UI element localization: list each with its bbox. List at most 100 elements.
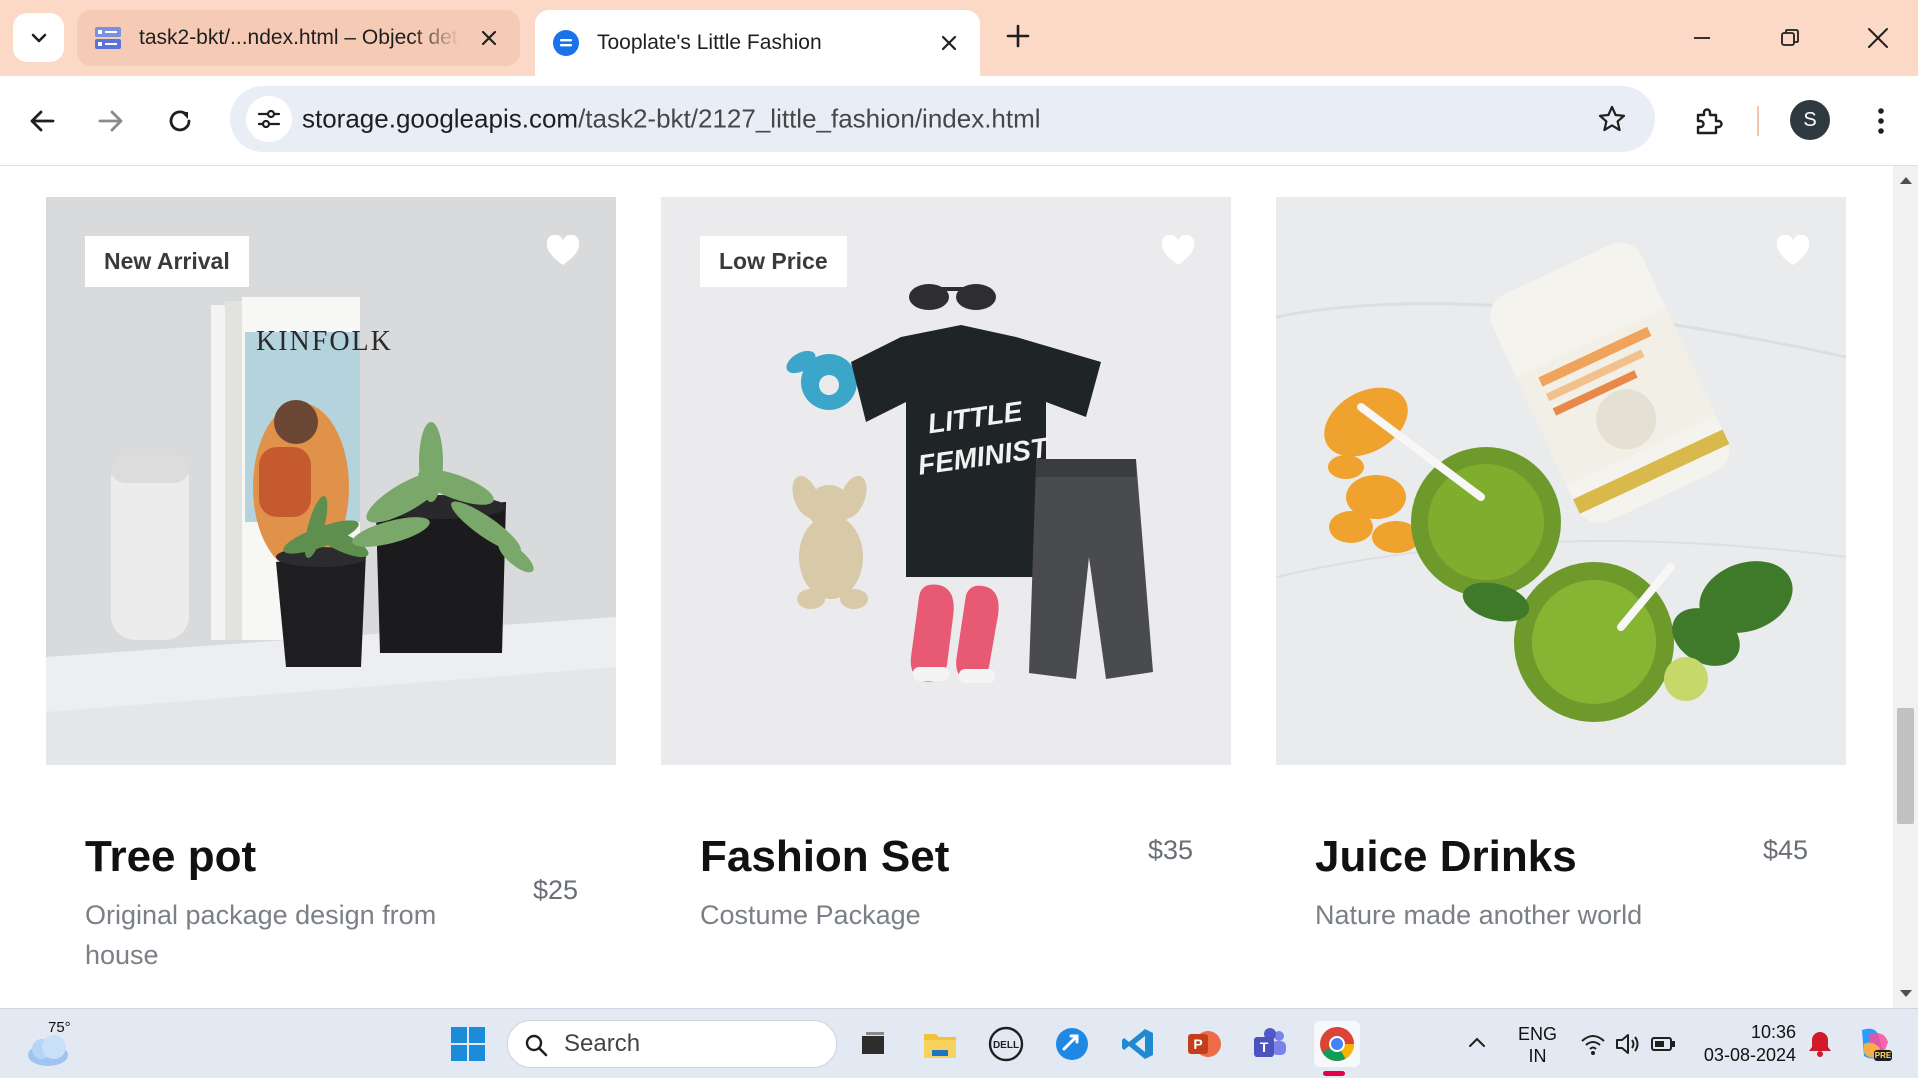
product-title[interactable]: Juice Drinks xyxy=(1315,832,1577,882)
file-explorer-icon[interactable] xyxy=(920,1024,960,1064)
site-info-button[interactable] xyxy=(246,96,292,142)
windows-start-icon[interactable] xyxy=(450,1026,486,1062)
browser-menu-button[interactable] xyxy=(1858,98,1904,144)
windows-taskbar: 75° Search DELL P T ENG IN 10:36 03-08-2… xyxy=(0,1008,1918,1078)
page-viewport: KINFOLK New Arrival Tree pot Original pa… xyxy=(0,166,1893,1008)
heart-icon[interactable] xyxy=(1161,235,1195,267)
product-info: Fashion Set Costume Package $35 xyxy=(661,765,1231,985)
close-icon xyxy=(1868,28,1888,48)
heart-icon[interactable] xyxy=(1776,235,1810,267)
reload-button[interactable] xyxy=(157,98,203,144)
chevron-up-icon[interactable] xyxy=(1466,1032,1488,1054)
more-vert-icon xyxy=(1878,108,1884,134)
url-text[interactable]: storage.googleapis.com/task2-bkt/2127_li… xyxy=(302,104,1041,135)
product-price: $45 xyxy=(1762,835,1808,865)
volume-icon[interactable] xyxy=(1614,1031,1640,1057)
product-badge: New Arrival xyxy=(85,236,249,287)
tab-title: Tooplate's Little Fashion xyxy=(597,31,822,54)
address-bar[interactable]: storage.googleapis.com/task2-bkt/2127_li… xyxy=(230,86,1655,152)
tab-object-details[interactable]: task2-bkt/...ndex.html – Object details xyxy=(77,10,520,66)
lang-line-2: IN xyxy=(1528,1046,1547,1066)
clock-date: 03-08-2024 xyxy=(1703,1045,1796,1065)
lang-line-1: ENG xyxy=(1518,1024,1558,1044)
toolbar-divider xyxy=(1757,106,1759,136)
plus-icon xyxy=(1006,24,1030,48)
close-tab-icon[interactable] xyxy=(476,25,502,51)
url-path: /task2-bkt/2127_little_fashion/index.htm… xyxy=(578,103,1041,134)
system-clock[interactable]: 10:36 03-08-2024 xyxy=(1700,1021,1796,1067)
new-tab-button[interactable] xyxy=(1000,18,1036,54)
battery-icon[interactable] xyxy=(1650,1031,1676,1057)
kinfolk-magazine-title: KINFOLK xyxy=(256,326,393,357)
input-language[interactable]: ENG IN xyxy=(1518,1023,1557,1067)
product-price: $35 xyxy=(1147,835,1193,865)
chevron-down-icon xyxy=(31,33,46,42)
task-view-icon[interactable] xyxy=(853,1024,893,1064)
document-icon xyxy=(551,28,581,58)
notification-bell-icon[interactable] xyxy=(1806,1029,1834,1057)
remote-desktop-icon[interactable] xyxy=(1052,1024,1092,1064)
scroll-thumb[interactable] xyxy=(1897,708,1914,824)
product-description: Nature made another world xyxy=(1315,900,1643,930)
svg-text:PRE: PRE xyxy=(1875,1051,1892,1060)
product-card-juice-drinks[interactable]: Juice Drinks Nature made another world $… xyxy=(1276,197,1846,985)
search-placeholder: Search xyxy=(564,1030,641,1057)
copilot-icon[interactable]: PRE xyxy=(1854,1024,1894,1064)
page-scrollbar[interactable] xyxy=(1893,166,1918,1008)
product-image[interactable] xyxy=(1276,197,1846,765)
minimize-button[interactable] xyxy=(1682,18,1722,58)
svg-text:T: T xyxy=(1260,1039,1269,1055)
tab-search-button[interactable] xyxy=(13,13,64,62)
product-card-tree-pot[interactable]: KINFOLK New Arrival Tree pot Original pa… xyxy=(46,197,616,985)
dell-icon[interactable]: DELL xyxy=(986,1024,1026,1064)
tab-title: task2-bkt/...ndex.html – Object details xyxy=(139,26,460,49)
tab-little-fashion[interactable]: Tooplate's Little Fashion xyxy=(535,10,980,76)
extensions-button[interactable] xyxy=(1685,98,1731,144)
close-window-button[interactable] xyxy=(1858,18,1898,58)
weather-temperature: 75° xyxy=(48,1019,71,1036)
smoothies-photo xyxy=(1276,197,1846,765)
product-card-fashion-set[interactable]: LITTLE FEMINIST Low Price Fashion Set Co… xyxy=(661,197,1231,985)
back-button[interactable] xyxy=(19,98,65,144)
restore-icon xyxy=(1781,29,1799,46)
arrow-left-icon xyxy=(30,110,55,132)
cloud-storage-icon xyxy=(93,23,123,53)
product-title[interactable]: Fashion Set xyxy=(700,832,949,882)
forward-button[interactable] xyxy=(88,98,134,144)
powerpoint-icon[interactable]: P xyxy=(1184,1024,1224,1064)
product-image[interactable]: LITTLE FEMINIST Low Price xyxy=(661,197,1231,765)
scroll-up-arrow[interactable] xyxy=(1893,170,1918,190)
svg-text:DELL: DELL xyxy=(993,1040,1019,1051)
heart-icon[interactable] xyxy=(546,235,580,267)
browser-toolbar: storage.googleapis.com/task2-bkt/2127_li… xyxy=(0,76,1918,166)
url-host: storage.googleapis.com xyxy=(302,103,579,134)
taskbar-search[interactable]: Search xyxy=(507,1020,837,1068)
product-title[interactable]: Tree pot xyxy=(85,832,256,882)
restore-button[interactable] xyxy=(1770,18,1810,58)
tune-icon xyxy=(257,109,281,129)
chrome-icon[interactable] xyxy=(1314,1021,1360,1067)
product-badge: Low Price xyxy=(700,236,847,287)
tab-strip: task2-bkt/...ndex.html – Object details … xyxy=(0,0,1918,76)
product-image[interactable]: KINFOLK New Arrival xyxy=(46,197,616,765)
minimize-icon xyxy=(1694,37,1710,39)
close-tab-icon[interactable] xyxy=(936,30,962,56)
product-description: Costume Package xyxy=(700,900,921,930)
teams-icon[interactable]: T xyxy=(1250,1024,1290,1064)
profile-avatar[interactable]: S xyxy=(1790,100,1830,140)
puzzle-icon xyxy=(1696,108,1723,135)
product-info: Juice Drinks Nature made another world $… xyxy=(1276,765,1846,985)
product-info: Tree pot Original package design from ho… xyxy=(46,765,616,985)
wifi-icon[interactable] xyxy=(1580,1031,1606,1057)
svg-text:P: P xyxy=(1193,1036,1202,1052)
product-description: Original package design from house xyxy=(85,900,437,970)
active-app-indicator xyxy=(1323,1071,1345,1076)
bookmark-star-icon[interactable] xyxy=(1595,102,1629,136)
clock-time: 10:36 xyxy=(1750,1022,1796,1042)
search-icon xyxy=(525,1034,548,1057)
vscode-icon[interactable] xyxy=(1118,1024,1158,1064)
arrow-right-icon xyxy=(98,110,123,132)
scroll-down-arrow[interactable] xyxy=(1893,984,1918,1004)
reload-icon xyxy=(169,110,191,132)
product-price: $25 xyxy=(532,875,578,905)
